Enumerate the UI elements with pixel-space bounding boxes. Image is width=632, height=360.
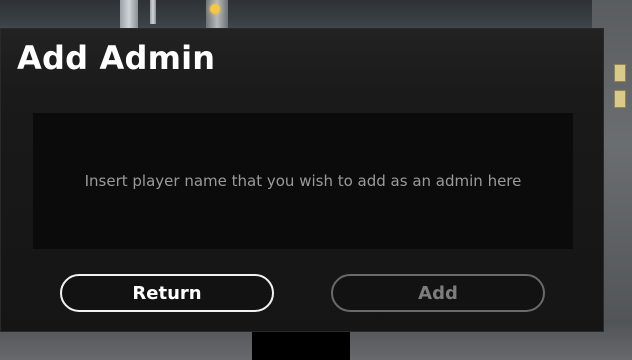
game-viewport: Add Admin Return Add <box>0 0 632 360</box>
wall-panel <box>614 90 626 108</box>
background-pipe <box>150 0 156 24</box>
background-light-icon <box>210 4 220 14</box>
background-pipe <box>120 0 138 30</box>
dialog-header: Add Admin <box>1 29 603 93</box>
add-button[interactable]: Add <box>331 274 545 312</box>
player-name-input[interactable] <box>33 113 573 249</box>
dialog-title: Add Admin <box>17 39 216 77</box>
add-button-label: Add <box>418 282 458 304</box>
return-button[interactable]: Return <box>60 274 274 312</box>
return-button-label: Return <box>132 282 202 304</box>
background-floor-strip <box>252 332 350 360</box>
wall-panel <box>614 64 626 82</box>
add-admin-dialog: Add Admin Return Add <box>0 28 604 332</box>
